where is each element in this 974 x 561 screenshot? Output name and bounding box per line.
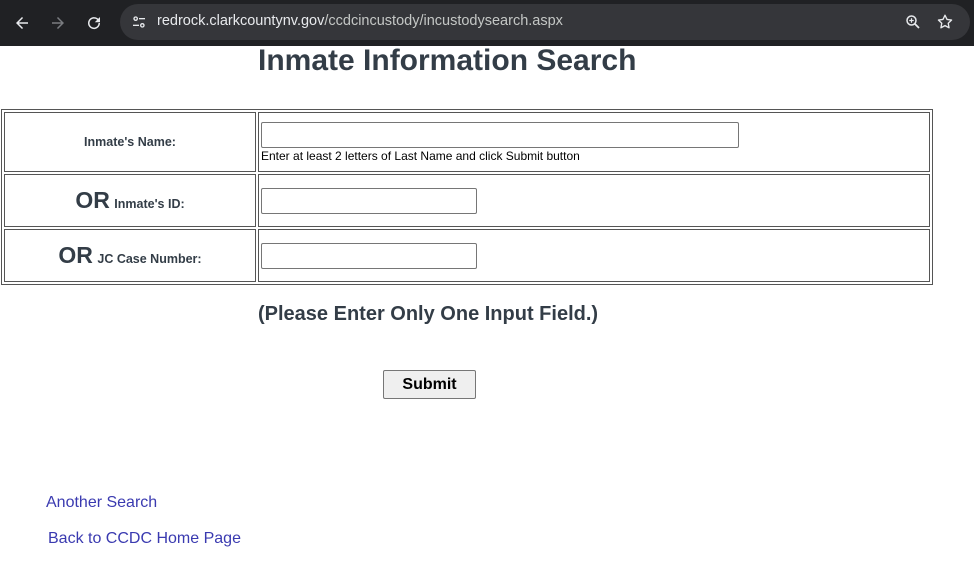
inmate-name-label: Inmate's Name: (84, 135, 176, 149)
id-label-cell: OR Inmate's ID: (4, 174, 256, 227)
site-info-icon[interactable] (128, 11, 150, 33)
name-label-cell: Inmate's Name: (4, 112, 256, 172)
name-input-cell: Enter at least 2 letters of Last Name an… (258, 112, 930, 172)
case-number-label: JC Case Number: (97, 252, 202, 266)
forward-icon[interactable] (44, 9, 72, 37)
single-field-note: (Please Enter Only One Input Field.) (258, 303, 599, 325)
browser-toolbar: redrock.clarkcountynv.gov/ccdcincustody/… (0, 0, 974, 46)
or-label: OR (75, 187, 110, 213)
id-input-cell (258, 174, 930, 227)
another-search-link[interactable]: Another Search (46, 494, 157, 512)
case-number-input[interactable] (261, 242, 477, 269)
url-text[interactable]: redrock.clarkcountynv.gov/ccdcincustody/… (157, 13, 563, 29)
or-label: OR (58, 242, 93, 268)
case-input-cell (258, 229, 930, 282)
name-row: Inmate's Name: Enter at least 2 letters … (4, 112, 930, 172)
search-form-table: Inmate's Name: Enter at least 2 letters … (1, 109, 933, 285)
inmate-id-input[interactable] (261, 187, 477, 214)
inmate-id-label: Inmate's ID: (114, 197, 185, 211)
bookmark-star-icon[interactable] (935, 12, 955, 32)
back-icon[interactable] (8, 9, 36, 37)
id-row: OR Inmate's ID: (4, 174, 930, 227)
zoom-icon[interactable] (903, 12, 923, 32)
page-title: Inmate Information Search (258, 44, 637, 77)
name-hint: Enter at least 2 letters of Last Name an… (261, 148, 580, 163)
case-row: OR JC Case Number: (4, 229, 930, 282)
ccdc-home-link[interactable]: Back to CCDC Home Page (48, 530, 241, 548)
case-label-cell: OR JC Case Number: (4, 229, 256, 282)
address-bar[interactable]: redrock.clarkcountynv.gov/ccdcincustody/… (120, 4, 970, 40)
inmate-name-input[interactable] (261, 121, 739, 148)
url-path: /ccdcincustody/incustodysearch.aspx (324, 13, 563, 29)
submit-button[interactable]: Submit (383, 370, 476, 399)
url-host: redrock.clarkcountynv.gov (157, 13, 325, 29)
reload-icon[interactable] (80, 9, 108, 37)
